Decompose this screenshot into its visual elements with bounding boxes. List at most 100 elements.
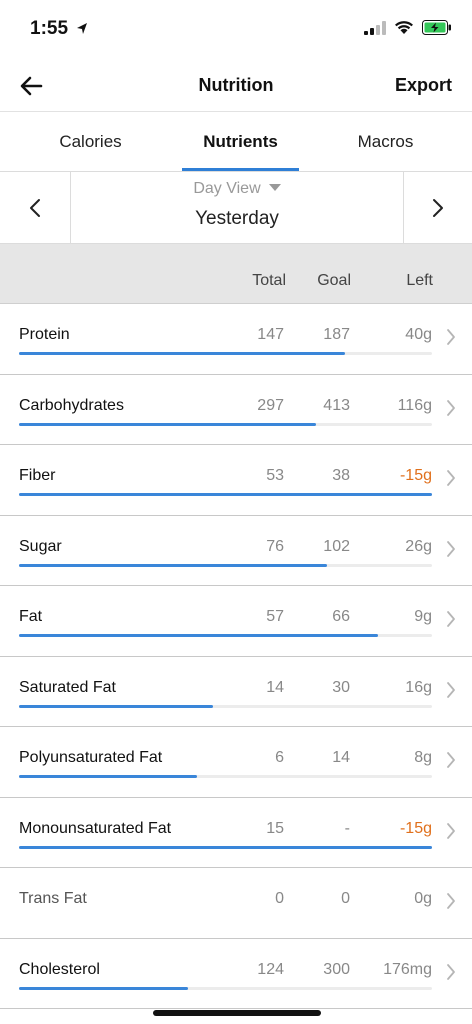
nutrient-left: 9g — [414, 608, 432, 625]
nutrient-total: 76 — [266, 537, 284, 555]
nutrient-row[interactable]: Trans Fat 0 0 0g — [0, 868, 472, 939]
nutrient-total: 0 — [275, 890, 284, 907]
nutrient-goal: 300 — [323, 960, 350, 978]
progress-bar — [19, 352, 432, 355]
nutrient-name: Carbohydrates — [19, 396, 124, 414]
nutrient-left: -15g — [399, 467, 432, 484]
location-arrow-icon — [77, 23, 87, 34]
progress-bar — [19, 563, 432, 567]
chevron-left-icon — [30, 199, 40, 217]
progress-bar — [19, 422, 432, 426]
tab-calories[interactable]: Calories — [12, 112, 169, 172]
nutrient-goal: 102 — [323, 537, 350, 555]
nutrient-goal: 38 — [332, 467, 350, 484]
nutrient-row[interactable]: Monounsaturated Fat 15 - -15g — [0, 798, 472, 868]
next-day-button[interactable] — [403, 172, 472, 244]
progress-bar-fill — [19, 986, 189, 990]
nutrient-name: Trans Fat — [19, 890, 87, 907]
nutrient-name: Protein — [19, 326, 70, 343]
nutrient-left: 116g — [397, 396, 432, 414]
cellular-signal-icon — [364, 20, 386, 35]
nutrient-total: 147 — [257, 326, 284, 343]
nutrient-total: 14 — [266, 678, 284, 696]
nutrient-row[interactable]: Fat 57 66 9g — [0, 586, 472, 657]
tab-nutrients[interactable]: Nutrients — [162, 112, 319, 172]
nutrient-name: Fiber — [19, 467, 56, 484]
nutrient-row[interactable]: Saturated Fat 14 30 16g — [0, 657, 472, 727]
progress-bar — [19, 986, 432, 990]
nutrient-goal: 413 — [323, 396, 350, 414]
chevron-right-icon — [447, 752, 455, 768]
progress-bar-fill — [19, 563, 327, 567]
nutrient-goal: 14 — [332, 749, 350, 766]
column-header-total: Total — [252, 272, 286, 289]
navigation-bar: Nutrition Export — [0, 60, 472, 112]
nutrient-goal: 66 — [332, 608, 350, 625]
progress-bar — [19, 704, 432, 708]
column-header-goal: Goal — [317, 272, 351, 289]
nutrient-total: 124 — [257, 960, 284, 978]
export-button[interactable]: Export — [395, 75, 452, 96]
nutrient-row[interactable]: Polyunsaturated Fat 6 14 8g — [0, 727, 472, 798]
nutrient-goal: 30 — [332, 678, 350, 696]
nutrient-left: -15g — [399, 819, 432, 837]
column-header-left: Left — [406, 272, 433, 289]
progress-bar-fill — [19, 493, 432, 496]
chevron-right-icon — [447, 611, 455, 627]
progress-bar-fill — [19, 775, 197, 778]
nutrient-total: 6 — [275, 749, 284, 766]
nutrient-goal: - — [344, 819, 350, 837]
chevron-right-icon — [447, 540, 455, 557]
chevron-right-icon — [447, 470, 455, 486]
nutrient-row[interactable]: Cholesterol 124 300 176mg — [0, 939, 472, 1009]
chevron-right-icon — [447, 963, 455, 980]
tab-macros[interactable]: Macros — [307, 112, 464, 172]
nutrient-name: Saturated Fat — [19, 678, 116, 696]
progress-bar — [19, 634, 432, 637]
nutrient-name: Fat — [19, 608, 43, 625]
table-header: Total Goal Left — [0, 244, 472, 304]
nutrient-left: 0g — [414, 890, 432, 907]
nutrient-total: 53 — [266, 467, 284, 484]
nutrient-name: Sugar — [19, 537, 62, 555]
chevron-right-icon — [447, 399, 455, 416]
progress-bar-fill — [19, 704, 214, 708]
progress-bar — [19, 845, 432, 849]
nutrient-row[interactable]: Fiber 53 38 -15g — [0, 445, 472, 516]
nutrient-left: 16g — [405, 678, 432, 696]
chevron-right-icon — [447, 329, 455, 345]
status-bar: 1:55 — [0, 0, 472, 60]
nutrient-total: 57 — [266, 608, 284, 625]
nutrient-name: Monounsaturated Fat — [19, 819, 172, 837]
nutrient-left: 26g — [405, 537, 432, 555]
nutrient-row[interactable]: Carbohydrates 297 413 116g — [0, 375, 472, 445]
nutrient-row[interactable]: Sugar 76 102 26g — [0, 516, 472, 586]
chevron-right-icon — [447, 893, 455, 909]
date-label: Yesterday — [195, 208, 279, 229]
chevron-right-icon — [433, 199, 443, 217]
status-indicators — [364, 20, 452, 35]
progress-bar-fill — [19, 845, 432, 849]
day-view-label: Day View — [193, 180, 261, 197]
nutrient-left: 8g — [414, 749, 432, 766]
status-time: 1:55 — [30, 18, 69, 39]
nutrient-left: 176mg — [383, 960, 432, 978]
chevron-right-icon — [447, 822, 455, 839]
nutrient-name: Polyunsaturated Fat — [19, 749, 163, 766]
day-view-dropdown[interactable]: Day View — [71, 180, 403, 198]
nutrient-total: 297 — [257, 396, 284, 414]
wifi-icon — [395, 21, 413, 34]
nutrient-name: Cholesterol — [19, 960, 100, 978]
active-tab-indicator — [182, 168, 299, 171]
progress-bar-fill — [19, 422, 317, 426]
tab-bar: Calories Nutrients Macros — [0, 112, 472, 172]
progress-bar — [19, 493, 432, 496]
home-indicator — [153, 1010, 321, 1016]
chevron-right-icon — [447, 681, 455, 698]
progress-bar-fill — [19, 634, 379, 637]
nutrient-goal: 0 — [341, 890, 350, 907]
nutrient-row[interactable]: Protein 147 187 40g — [0, 304, 472, 375]
progress-bar-fill — [19, 352, 346, 355]
nutrient-left: 40g — [405, 326, 432, 343]
previous-day-button[interactable] — [0, 172, 71, 244]
